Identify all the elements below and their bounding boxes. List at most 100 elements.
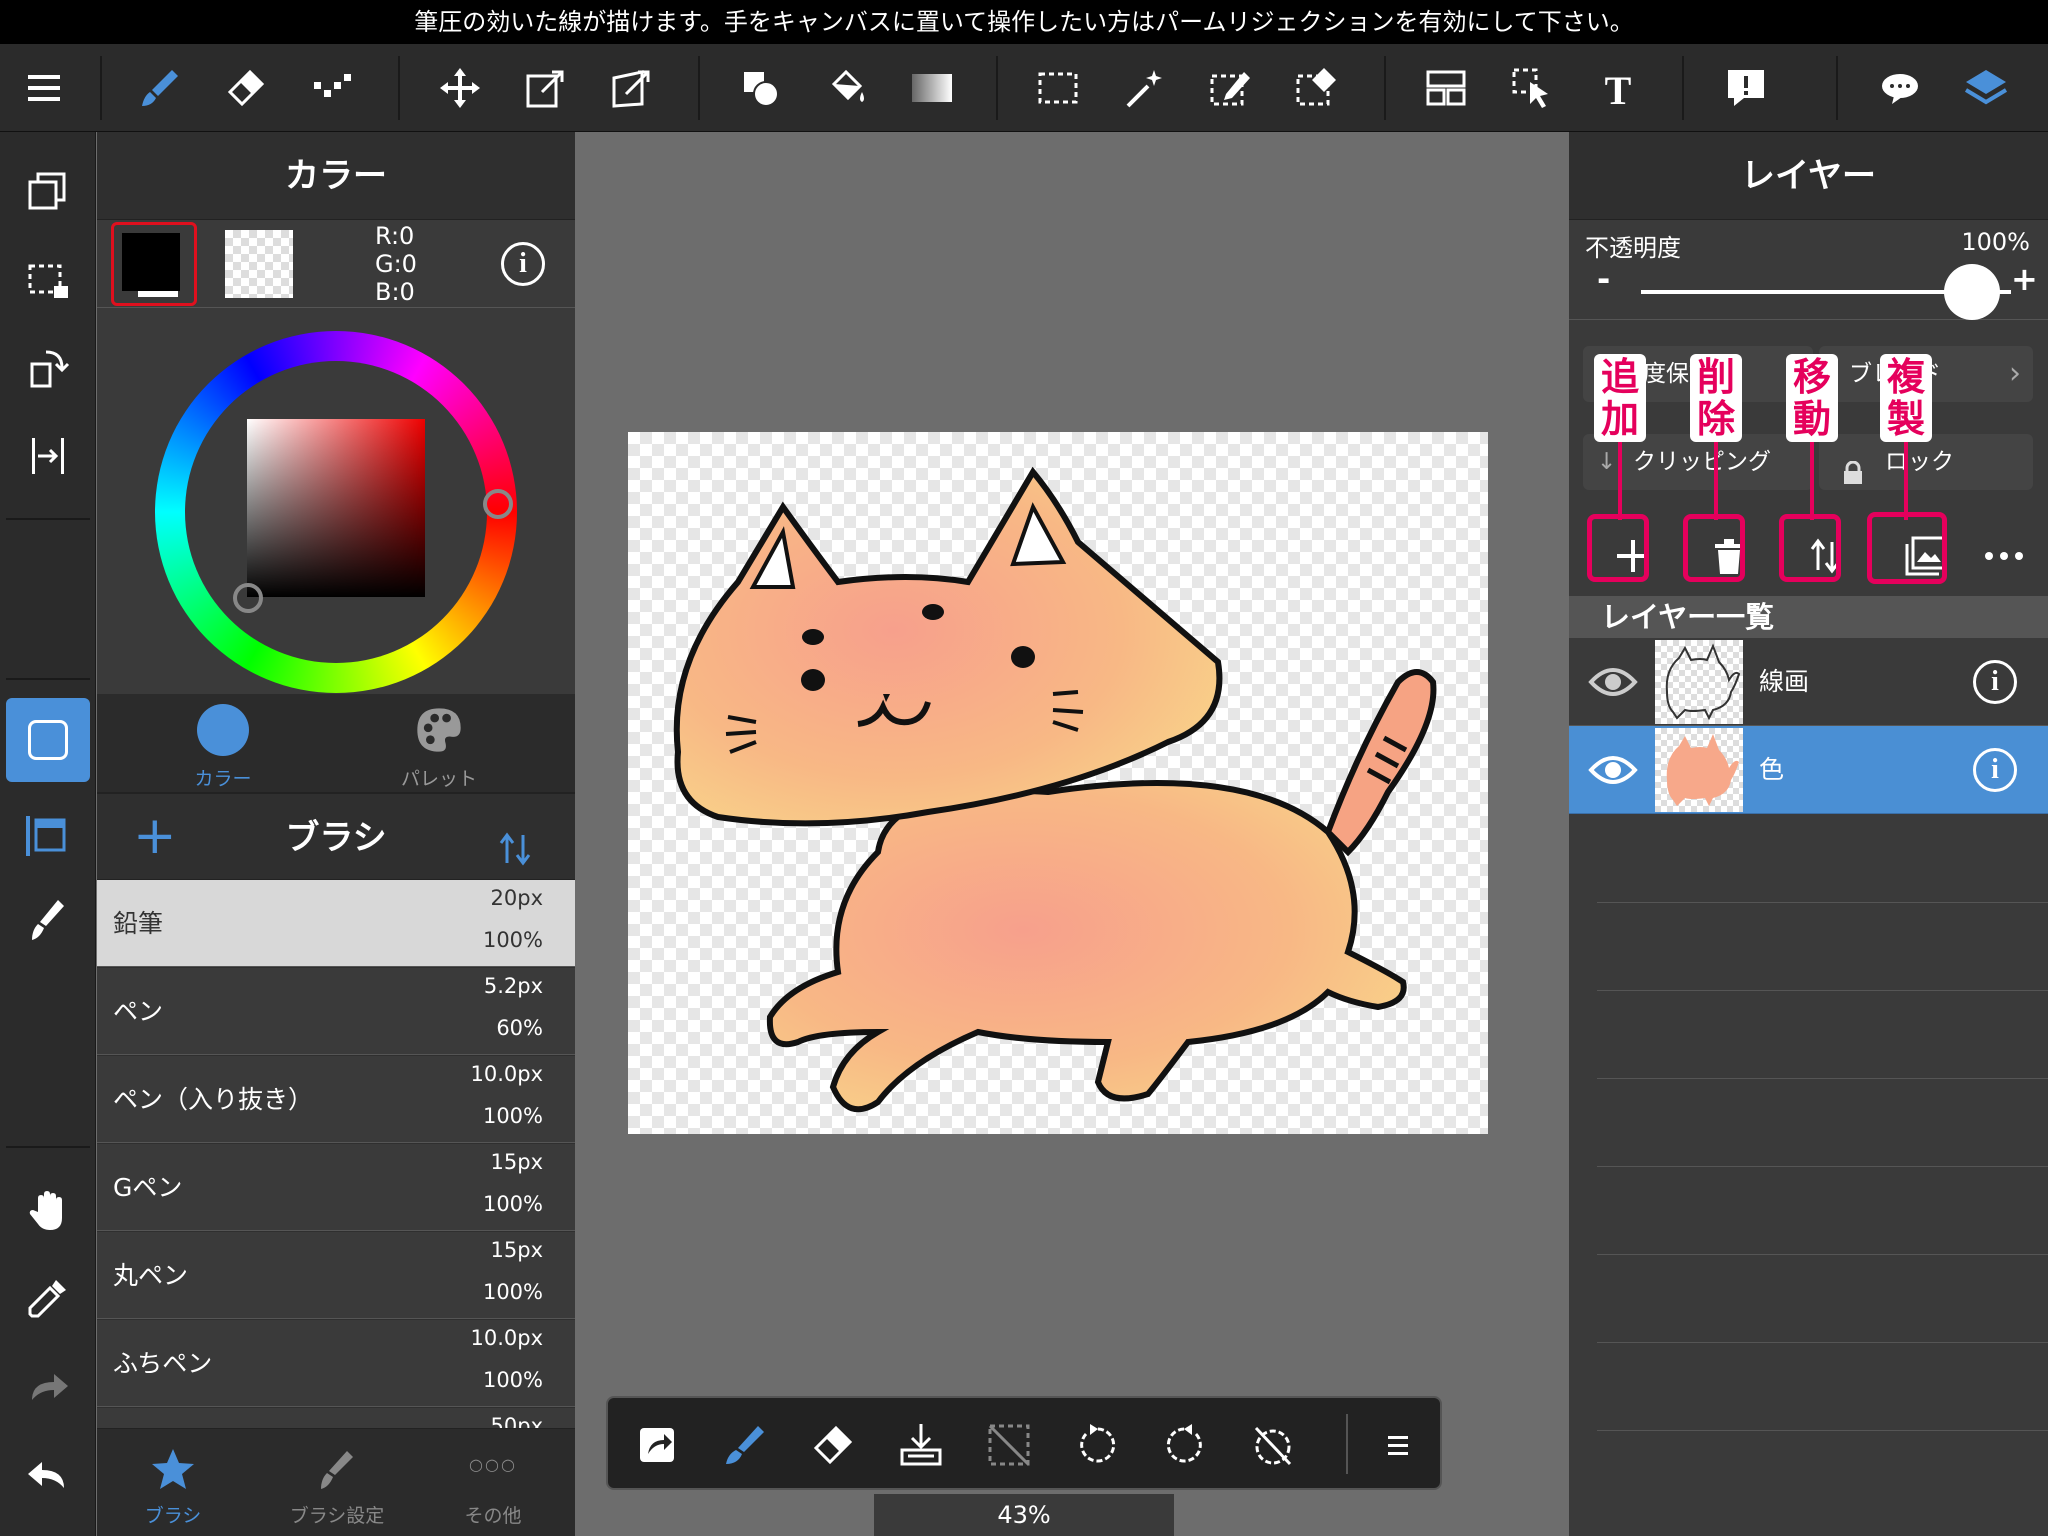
opacity-value: 100% [1961,228,2030,256]
brush-item[interactable]: ペン（入り抜き） 10.0px 100% [97,1056,575,1143]
left-toolbar [0,132,96,1536]
layer-info-icon[interactable]: i [1973,748,2017,792]
duplicate-canvas-icon[interactable] [20,164,76,220]
other-tab-label[interactable]: その他 [433,1501,553,1528]
canvas-area[interactable] [576,132,1568,1536]
add-brush-icon[interactable]: + [133,792,177,880]
color-panel-toggle[interactable] [6,698,90,782]
transform-tool-icon[interactable] [518,60,574,116]
material-icon[interactable] [1872,60,1928,116]
palette-tab-label[interactable]: パレット [369,764,509,791]
annotation-duplicate: 複製 [1880,354,1932,442]
brush-tab-label[interactable]: ブラシ [113,1501,233,1528]
lock-icon [1843,450,1863,484]
reorder-brush-icon[interactable] [495,814,535,866]
select-clear-icon[interactable] [20,252,76,308]
rgb-b: B:0 [375,278,415,306]
menu-icon[interactable] [16,60,72,116]
sub-color-swatch[interactable] [225,230,293,298]
select-rect-icon[interactable] [1030,60,1086,116]
brush-panel-header: + ブラシ [97,792,575,880]
more-options-icon[interactable] [1979,538,2029,574]
rgb-r: R:0 [375,222,415,250]
shape-fill-icon[interactable] [732,60,788,116]
share-icon[interactable] [628,1416,686,1474]
info-icon[interactable]: i [501,242,545,286]
brush-item[interactable]: ふちペン 10.0px 100% [97,1320,575,1407]
opacity-label: 不透明度 [1585,234,1681,262]
brush-panel-title: ブラシ [285,818,387,858]
opacity-slider-knob[interactable] [1944,264,2000,320]
save-download-icon[interactable] [892,1416,950,1474]
annotation-add: 追加 [1594,354,1646,442]
brush-item[interactable]: 丸ペン 15px 100% [97,1232,575,1319]
brush-item[interactable]: 50px [97,1408,575,1428]
color-tab-icon[interactable] [197,704,249,756]
rotate-right-icon[interactable] [1156,1416,1214,1474]
select-pen-icon[interactable] [1202,60,1258,116]
move-tool-icon[interactable] [432,60,488,116]
text-tool-icon[interactable]: T [1590,60,1646,116]
annotation-delete: 削除 [1690,354,1742,442]
brush-item[interactable]: Gペン 15px 100% [97,1144,575,1231]
notice-icon[interactable] [1718,60,1774,116]
color-wheel-area[interactable] [97,309,575,694]
eye-icon[interactable] [1587,750,1639,790]
color-panel: カラー R:0 G:0 B:0 i カラー パレット [97,132,575,792]
rgb-g: G:0 [375,250,417,278]
dot-tool-icon[interactable] [304,60,360,116]
bucket-fill-icon[interactable] [818,60,874,116]
hand-tool-icon[interactable] [20,1182,76,1238]
clipping-arrow-icon: ↓ [1597,449,1617,475]
brush-tool-icon[interactable] [132,60,188,116]
layer-info-icon[interactable]: i [1973,660,2017,704]
brush-panel-toggle-icon[interactable] [20,892,76,948]
redo-icon[interactable] [20,1358,76,1414]
opacity-plus-button[interactable]: + [2011,260,2038,298]
operation-icon[interactable] [1504,60,1560,116]
rotate-left-icon[interactable] [1068,1416,1126,1474]
sv-cursor[interactable] [233,583,263,613]
layer-row[interactable]: 線画 i [1569,638,2048,726]
brush-item[interactable]: ペン 5.2px 60% [97,968,575,1055]
lock-label: ロック [1885,449,1954,475]
layer-panel: レイヤー 不透明度 100% - + 透明度保護 ブレンド › ↓ クリッピング… [1569,132,2048,1536]
reset-rotation-icon[interactable] [1244,1416,1302,1474]
brush-settings-icon[interactable] [313,1445,361,1493]
select-eraser-icon[interactable] [1288,60,1344,116]
opacity-minus-button[interactable]: - [1597,260,1610,298]
palette-icon[interactable] [413,704,465,756]
magic-wand-icon[interactable] [1116,60,1172,116]
main-color-swatch[interactable] [111,222,197,306]
saturation-value-square[interactable] [247,419,425,597]
eyedropper-icon[interactable] [20,1270,76,1326]
layer-panel-toggle-icon[interactable] [20,808,76,864]
brush-settings-tab-label[interactable]: ブラシ設定 [267,1501,407,1528]
brush-list: 鉛筆 20px 100% ペン 5.2px 60% ペン（入り抜き） 10.0px 100%… [97,880,575,1428]
layers-icon[interactable] [1958,60,2014,116]
layer-list-title: レイヤー一覧 [1569,596,2048,638]
flip-canvas-icon[interactable] [20,428,76,484]
layer-row-selected[interactable]: 色 i [1569,726,2048,814]
star-icon[interactable] [149,1445,197,1493]
brush-panel: + ブラシ 鉛筆 20px 100% ペン 5.2px 60% ペン（入り抜き） 10.0… [97,792,575,1536]
layer-name: 色 [1759,755,1785,784]
brush-item[interactable]: 鉛筆 20px 100% [97,880,575,967]
gradient-icon[interactable] [904,60,960,116]
deform-tool-icon[interactable] [604,60,660,116]
drawing-canvas[interactable] [628,432,1488,1134]
bottom-menu-icon[interactable] [1368,1416,1426,1474]
eraser-tool-icon[interactable] [218,60,274,116]
rotate-canvas-icon[interactable] [20,340,76,396]
bottom-eraser-icon[interactable] [804,1416,862,1474]
more-dots-icon[interactable]: ○○○ [455,1455,531,1474]
lock-toggle[interactable]: ロック [1819,434,2033,490]
frame-divider-icon[interactable] [1418,60,1474,116]
undo-icon[interactable] [20,1446,76,1502]
chevron-right-icon: › [2009,356,2021,391]
eye-icon[interactable] [1587,662,1639,702]
color-tab-label[interactable]: カラー [153,764,293,791]
deselect-icon[interactable] [980,1416,1038,1474]
bottom-brush-icon[interactable] [716,1416,774,1474]
hue-cursor[interactable] [483,489,513,519]
